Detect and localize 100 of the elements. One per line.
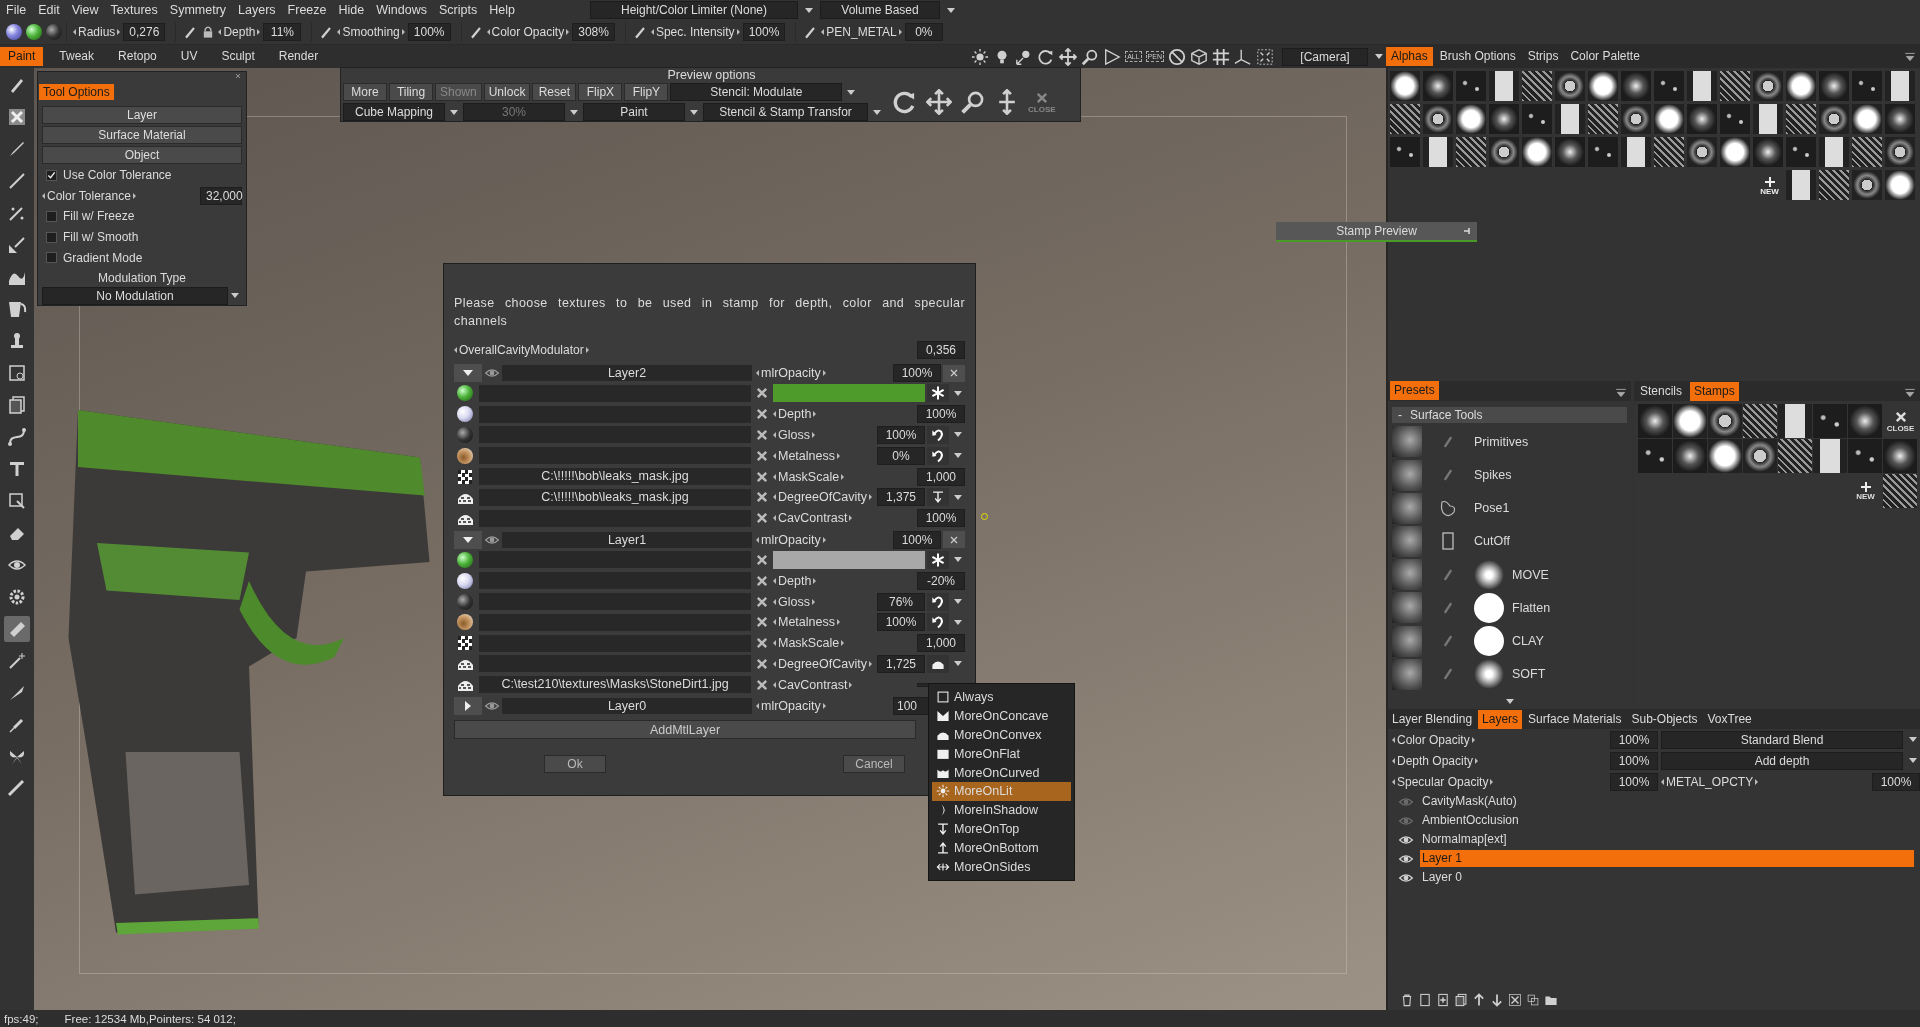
layer-item[interactable]: Layer 1 bbox=[1420, 850, 1914, 867]
layer-name-field[interactable]: Layer0 bbox=[502, 698, 752, 715]
menu-option[interactable]: MoreInShadow bbox=[932, 800, 1071, 820]
collapse-toggle[interactable]: - bbox=[1398, 407, 1402, 422]
mode-tab[interactable]: UV bbox=[172, 47, 206, 66]
layer-item[interactable]: AmbientOcclusion bbox=[1420, 812, 1914, 829]
close-button[interactable]: CLOSE bbox=[1883, 404, 1918, 439]
option-button[interactable]: Tiling bbox=[389, 83, 433, 101]
menu-item[interactable]: Help bbox=[483, 3, 521, 17]
panel-tab[interactable]: Tool Options bbox=[39, 84, 114, 100]
panel-tab[interactable]: Layer Blending bbox=[1388, 709, 1477, 729]
layer-name-field[interactable]: Layer2 bbox=[502, 365, 752, 381]
param-value[interactable]: 100% bbox=[407, 23, 451, 41]
modulation-dropdown[interactable]: No Modulation bbox=[42, 286, 228, 305]
panel-tab[interactable]: VoxTree bbox=[1703, 709, 1756, 729]
new-alpha-button[interactable]: NEW bbox=[1753, 170, 1786, 203]
preset-label[interactable]: SOFT bbox=[1512, 667, 1546, 682]
menu-item[interactable]: File bbox=[0, 3, 33, 17]
param-value[interactable]: 100% bbox=[893, 530, 941, 549]
mode-tab[interactable]: Tweak bbox=[51, 47, 103, 66]
cancel-button[interactable]: Cancel bbox=[843, 755, 905, 774]
param-value[interactable]: 1,000 bbox=[917, 467, 965, 486]
layer-item[interactable]: Normalmap[ext] bbox=[1420, 831, 1914, 848]
menu-option[interactable]: MoreOnFlat bbox=[932, 744, 1071, 764]
option-button[interactable]: Surface Material bbox=[42, 126, 242, 144]
preset-label[interactable]: CLAY bbox=[1512, 634, 1544, 649]
param-value[interactable]: 100% bbox=[1610, 730, 1658, 749]
camera-dropdown[interactable]: [Camera] bbox=[1282, 47, 1368, 66]
panel-tab[interactable]: Brush Options bbox=[1434, 47, 1521, 66]
preset-label[interactable]: MOVE bbox=[1512, 567, 1549, 582]
option-button[interactable]: Object bbox=[42, 146, 242, 164]
menu-item[interactable]: Freeze bbox=[281, 3, 333, 17]
menu-item[interactable]: Scripts bbox=[432, 3, 484, 17]
param-value[interactable]: 1,725 bbox=[877, 654, 925, 673]
blend-dropdown[interactable]: Add depth bbox=[1661, 751, 1903, 770]
param-value[interactable]: 100% bbox=[1872, 772, 1920, 791]
layer-item[interactable]: CavityMask(Auto) bbox=[1420, 793, 1914, 810]
stencil-dropdown[interactable]: Stencil: Modulate bbox=[670, 83, 843, 101]
option-button[interactable]: Layer bbox=[42, 106, 242, 124]
param-value[interactable]: 100% bbox=[917, 405, 965, 424]
option-button[interactable]: FlipX bbox=[578, 83, 623, 101]
mode-tab[interactable]: Render bbox=[270, 47, 327, 66]
mode-tab[interactable]: Sculpt bbox=[213, 47, 263, 66]
param-value[interactable]: 100% bbox=[917, 509, 965, 528]
option-button[interactable]: FlipY bbox=[624, 83, 669, 101]
panel-tab[interactable]: Stamps bbox=[1690, 381, 1739, 401]
menu-option[interactable]: MoreOnTop bbox=[932, 819, 1071, 839]
option-button[interactable]: More bbox=[343, 83, 387, 101]
texture-path-field[interactable]: C:\!!!!!\bob\leaks_mask.jpg bbox=[479, 468, 751, 486]
menu-item[interactable]: Symmetry bbox=[163, 3, 233, 17]
toolbar-dropdown[interactable]: Volume Based bbox=[820, 1, 940, 19]
param-value[interactable]: 0,356 bbox=[917, 341, 965, 359]
toolbar-dropdown[interactable]: Height/Color Limiter (None) bbox=[590, 1, 798, 19]
panel-tab[interactable]: Strips bbox=[1522, 47, 1564, 66]
preset-label[interactable]: Pose1 bbox=[1474, 501, 1510, 516]
texture-path-field[interactable]: C:\!!!!!\bob\leaks_mask.jpg bbox=[479, 488, 751, 506]
param-value[interactable]: 100% bbox=[742, 23, 786, 41]
param-value[interactable]: 100% bbox=[1610, 772, 1658, 791]
param-value[interactable]: 76% bbox=[877, 592, 925, 611]
option-button[interactable]: Reset bbox=[532, 83, 577, 101]
param-value[interactable]: 0% bbox=[904, 23, 943, 41]
menu-item[interactable]: Hide bbox=[332, 3, 371, 17]
menu-item[interactable]: View bbox=[65, 3, 105, 17]
panel-tab[interactable]: Layers bbox=[1478, 709, 1523, 729]
panel-tab[interactable]: Stencils bbox=[1636, 381, 1687, 401]
param-value[interactable]: 1,375 bbox=[877, 488, 925, 507]
panel-tab[interactable]: Surface Materials bbox=[1524, 709, 1626, 729]
new-stamp-button[interactable]: NEW bbox=[1848, 474, 1883, 509]
param-value[interactable]: 100% bbox=[877, 426, 925, 444]
menu-item[interactable]: Layers bbox=[232, 3, 282, 17]
preset-label[interactable]: CutOff bbox=[1474, 534, 1510, 549]
add-layer-button[interactable]: AddMtlLayer bbox=[454, 720, 916, 740]
mode-tab[interactable]: Retopo bbox=[110, 47, 165, 66]
layer-name-field[interactable]: Layer1 bbox=[502, 531, 752, 548]
param-value[interactable]: -20% bbox=[917, 571, 965, 590]
param-value[interactable]: 1,000 bbox=[917, 634, 965, 653]
texture-path-field[interactable]: C:\test210\textures\Masks\StoneDirt1.jpg bbox=[479, 676, 751, 694]
menu-option[interactable]: MoreOnBottom bbox=[932, 838, 1071, 858]
menu-item[interactable]: Edit bbox=[32, 3, 66, 17]
param-value[interactable]: 11% bbox=[263, 23, 302, 41]
panel-tab[interactable]: Presets bbox=[1390, 381, 1439, 401]
option-dropdown[interactable]: Stencil & Stamp Transfor bbox=[703, 103, 868, 121]
option-dropdown[interactable]: Paint bbox=[583, 103, 685, 121]
mode-tab[interactable]: Paint bbox=[0, 47, 44, 66]
preset-label[interactable]: Spikes bbox=[1474, 468, 1512, 482]
menu-item[interactable]: Textures bbox=[104, 3, 164, 17]
param-value[interactable]: 100% bbox=[877, 613, 925, 632]
param-value[interactable]: 308% bbox=[572, 23, 615, 41]
panel-tab[interactable]: Alphas bbox=[1386, 47, 1433, 66]
option-button[interactable]: Unlock bbox=[483, 83, 531, 101]
menu-option[interactable]: MoreOnConvex bbox=[932, 725, 1071, 745]
param-value[interactable]: 100% bbox=[893, 364, 941, 382]
menu-option[interactable]: MoreOnSides bbox=[932, 857, 1071, 876]
preset-label[interactable]: Flatten bbox=[1512, 600, 1551, 615]
param-value[interactable]: 32,000 bbox=[200, 186, 242, 205]
param-value[interactable]: 100% bbox=[1610, 751, 1658, 770]
menu-option[interactable]: MoreOnCurved bbox=[932, 763, 1071, 782]
panel-tab[interactable]: Sub-Objects bbox=[1627, 709, 1702, 729]
panel-tab[interactable]: Color Palette bbox=[1565, 47, 1645, 66]
layer-item[interactable]: Layer 0 bbox=[1420, 869, 1914, 886]
